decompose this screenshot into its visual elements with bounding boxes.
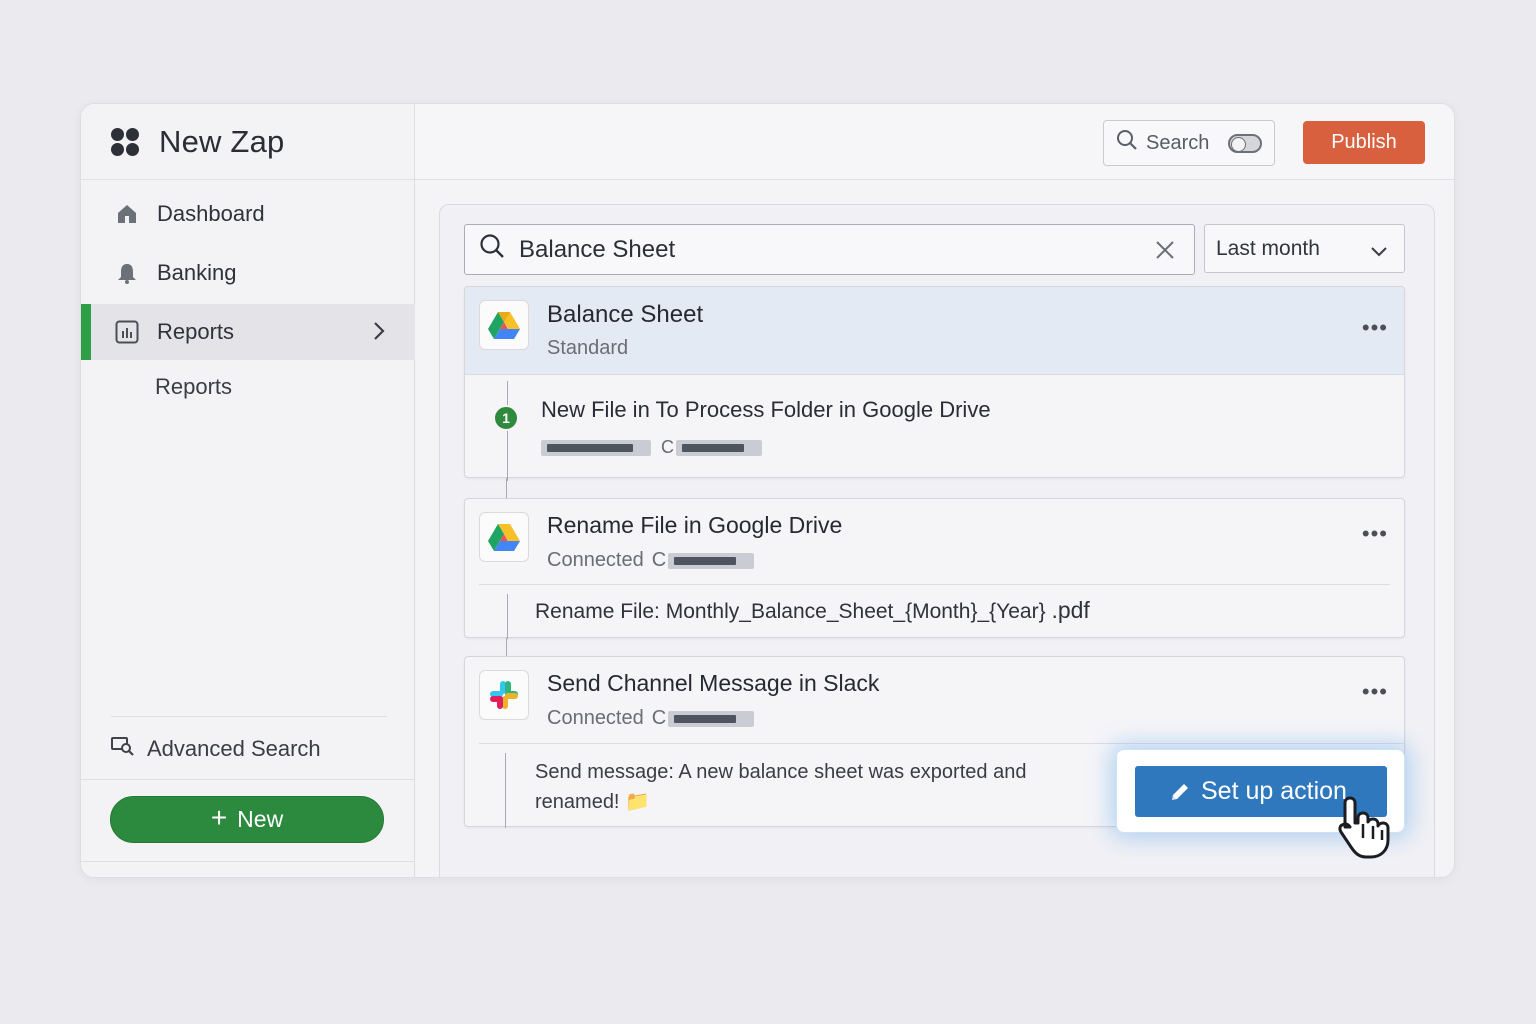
step-meta: C [541, 437, 762, 458]
sidebar-item-reports[interactable]: Reports [81, 304, 415, 360]
trigger-card[interactable]: Balance Sheet Standard ••• 1 New File in… [464, 286, 1405, 481]
bar-chart-icon [115, 320, 139, 344]
rename-action-card[interactable]: Rename File in Google Drive Connected C … [464, 498, 1405, 639]
google-drive-icon [479, 300, 529, 350]
clear-icon[interactable] [1154, 239, 1176, 268]
connector-line [507, 381, 508, 481]
status-text: Connected [547, 549, 644, 571]
connector-line [505, 753, 506, 828]
action-title: Send Channel Message in Slack [547, 670, 880, 696]
sidebar-item-label: Banking [157, 260, 237, 285]
sidebar-item-label: Reports [157, 319, 235, 344]
step-title: New File in To Process Folder in Google … [541, 397, 991, 422]
trigger-plan: Standard [547, 337, 629, 359]
set-up-action-label: Set up action [1201, 777, 1347, 805]
trigger-step[interactable]: 1 New File in To Process Folder in Googl… [465, 375, 1404, 481]
rename-detail: Rename File: Monthly_Balance_Sheet_{Mont… [535, 597, 1090, 624]
top-search-label: Search [1146, 131, 1210, 154]
slack-message: Send message: A new balance sheet was ex… [535, 757, 1026, 817]
google-drive-icon [479, 512, 529, 562]
trigger-app-title: Balance Sheet [547, 301, 704, 328]
more-options-icon[interactable]: ••• [1362, 679, 1388, 705]
app-title: New Zap [159, 123, 285, 159]
sidebar: New Zap Dashboard Banking Reports Report… [81, 104, 415, 877]
search-toggle[interactable] [1228, 134, 1262, 153]
step-number-badge: 1 [493, 405, 519, 431]
home-icon [115, 202, 139, 226]
brand-header: New Zap [81, 104, 414, 180]
connector-line [506, 638, 507, 656]
status-letter: C [651, 549, 667, 571]
detail-value: Monthly_Balance_Sheet_{Month}_{Year} [665, 600, 1046, 623]
redacted-value [541, 439, 651, 456]
bell-icon [115, 261, 139, 285]
connector-line [506, 478, 507, 498]
redacted-value [668, 710, 755, 727]
period-select[interactable]: Last month [1204, 224, 1405, 273]
advanced-search-icon [111, 735, 135, 763]
action-status: Connected C [547, 707, 755, 730]
pencil-icon [1169, 781, 1191, 803]
new-button[interactable]: + New [110, 796, 384, 843]
more-options-icon[interactable]: ••• [1362, 521, 1388, 547]
sidebar-subitem-reports[interactable]: Reports [155, 374, 232, 400]
redacted-value [668, 552, 755, 569]
sidebar-item-label: Dashboard [157, 201, 265, 226]
status-text: Connected [547, 707, 644, 729]
chevron-right-icon [373, 321, 385, 347]
detail-label: Rename File: [535, 600, 660, 623]
advanced-search-link[interactable]: Advanced Search [111, 716, 387, 763]
zap-search-input[interactable]: Balance Sheet [464, 224, 1195, 275]
search-icon [479, 233, 505, 266]
message-line: Send message: A new balance sheet was ex… [535, 761, 1027, 783]
sidebar-item-banking[interactable]: Banking [81, 245, 415, 301]
detail-extension: .pdf [1051, 597, 1090, 623]
plus-icon: + [210, 802, 228, 833]
action-status: Connected C [547, 549, 755, 572]
connector-line [507, 594, 508, 639]
zap-editor-panel: Balance Sheet Last month Balance Sheet S… [439, 204, 1435, 877]
divider [81, 779, 415, 780]
divider [479, 743, 1404, 744]
chevron-down-icon [1370, 240, 1388, 264]
divider [479, 584, 1390, 585]
app-window: New Zap Dashboard Banking Reports Report… [80, 103, 1455, 878]
trigger-header[interactable]: Balance Sheet Standard ••• [465, 287, 1404, 375]
sidebar-item-dashboard[interactable]: Dashboard [81, 186, 415, 242]
top-search-control[interactable]: Search [1103, 120, 1275, 166]
top-bar: Search Publish [415, 104, 1454, 180]
redacted-value [676, 439, 762, 456]
period-value: Last month [1216, 236, 1320, 260]
publish-button[interactable]: Publish [1303, 121, 1425, 164]
zap-logo-icon [109, 126, 141, 158]
advanced-search-label: Advanced Search [147, 736, 321, 761]
search-value: Balance Sheet [519, 235, 676, 263]
hand-cursor-icon [1336, 794, 1398, 865]
new-button-label: New [237, 806, 284, 832]
action-title: Rename File in Google Drive [547, 512, 843, 538]
more-options-icon[interactable]: ••• [1362, 315, 1388, 341]
divider [81, 861, 415, 862]
step-meta-letter: C [661, 437, 674, 457]
slack-icon [479, 670, 529, 720]
search-icon [1116, 129, 1138, 157]
message-line: renamed! 📁 [535, 791, 650, 813]
status-letter: C [651, 707, 667, 729]
